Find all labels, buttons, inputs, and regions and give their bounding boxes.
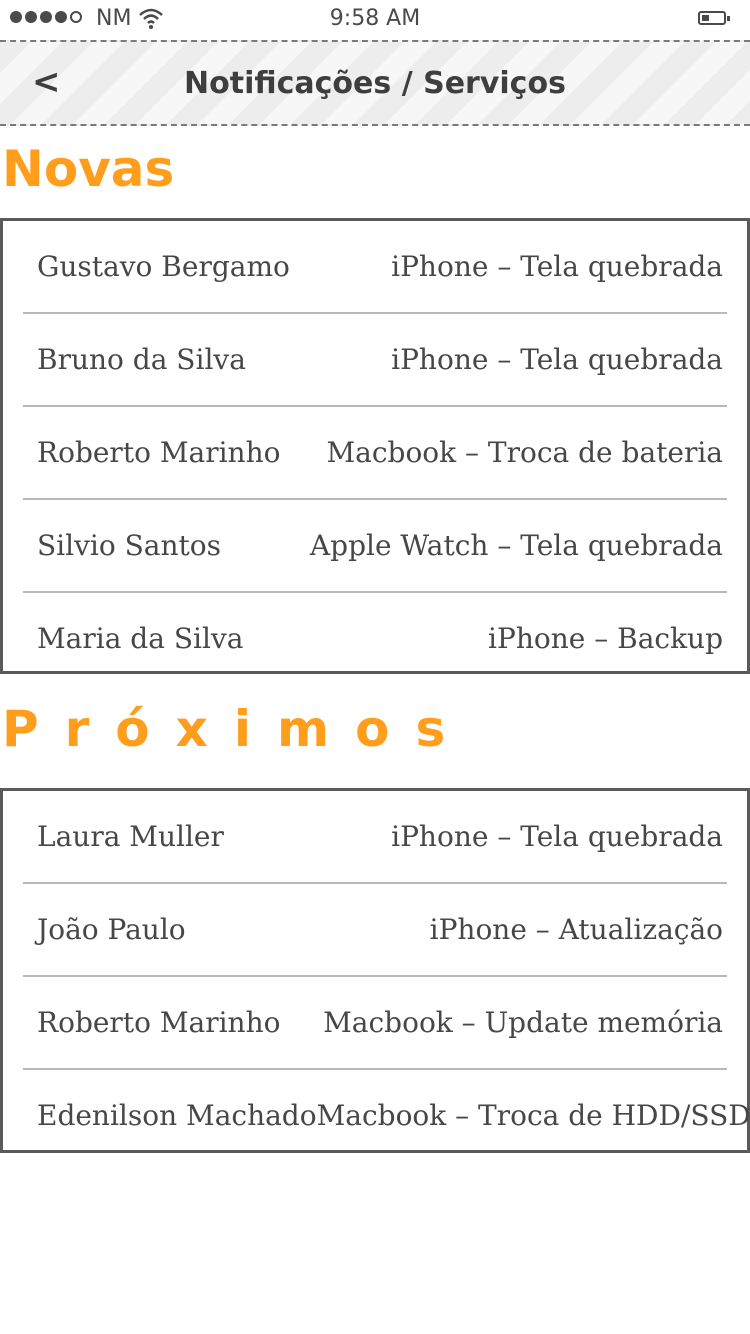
list-item[interactable]: Laura Muller iPhone – Tela quebrada bbox=[23, 791, 727, 884]
client-name: Roberto Marinho bbox=[37, 436, 281, 469]
section-title-proximos: Próximos bbox=[2, 700, 472, 758]
list-item[interactable]: Bruno da Silva iPhone – Tela quebrada bbox=[23, 314, 727, 407]
service-description: Macbook – Troca de bateria bbox=[326, 436, 723, 469]
client-name: João Paulo bbox=[37, 913, 186, 946]
client-name: Laura Muller bbox=[37, 820, 224, 853]
client-name: Bruno da Silva bbox=[37, 343, 246, 376]
list-item[interactable]: João Paulo iPhone – Atualização bbox=[23, 884, 727, 977]
service-description: iPhone – Backup bbox=[488, 622, 723, 655]
client-name: Gustavo Bergamo bbox=[37, 250, 290, 283]
service-description: Macbook – Troca de HDD/SSD bbox=[316, 1099, 750, 1132]
list-novas: Gustavo Bergamo iPhone – Tela quebrada B… bbox=[0, 218, 750, 674]
status-time: 9:58 AM bbox=[329, 6, 421, 31]
client-name: Roberto Marinho bbox=[37, 1006, 281, 1039]
service-description: iPhone – Tela quebrada bbox=[391, 250, 723, 283]
service-description: iPhone – Tela quebrada bbox=[391, 343, 723, 376]
navigation-bar: < Notificações / Serviços bbox=[0, 40, 750, 126]
client-name: Silvio Santos bbox=[37, 529, 222, 562]
section-title-novas: Novas bbox=[2, 140, 175, 198]
service-description: iPhone – Atualização bbox=[429, 913, 723, 946]
page-title: Notificações / Serviços bbox=[184, 66, 566, 101]
list-item[interactable]: Roberto Marinho Macbook – Troca de bater… bbox=[23, 407, 727, 500]
list-item[interactable]: Edenilson Machado Macbook – Troca de HDD… bbox=[23, 1070, 750, 1161]
list-item[interactable]: Gustavo Bergamo iPhone – Tela quebrada bbox=[23, 221, 727, 314]
client-name: Maria da Silva bbox=[37, 622, 244, 655]
status-bar: NM 9:58 AM bbox=[0, 0, 750, 40]
battery-icon bbox=[698, 11, 730, 25]
list-proximos: Laura Muller iPhone – Tela quebrada João… bbox=[0, 788, 750, 1153]
service-description: Apple Watch – Tela quebrada bbox=[309, 529, 723, 562]
list-item[interactable]: Maria da Silva iPhone – Backup bbox=[23, 593, 727, 684]
list-item[interactable]: Silvio Santos Apple Watch – Tela quebrad… bbox=[23, 500, 727, 593]
service-description: Macbook – Update memória bbox=[323, 1006, 723, 1039]
service-description: iPhone – Tela quebrada bbox=[391, 820, 723, 853]
client-name: Edenilson Machado bbox=[37, 1099, 317, 1132]
list-item[interactable]: Roberto Marinho Macbook – Update memória bbox=[23, 977, 727, 1070]
